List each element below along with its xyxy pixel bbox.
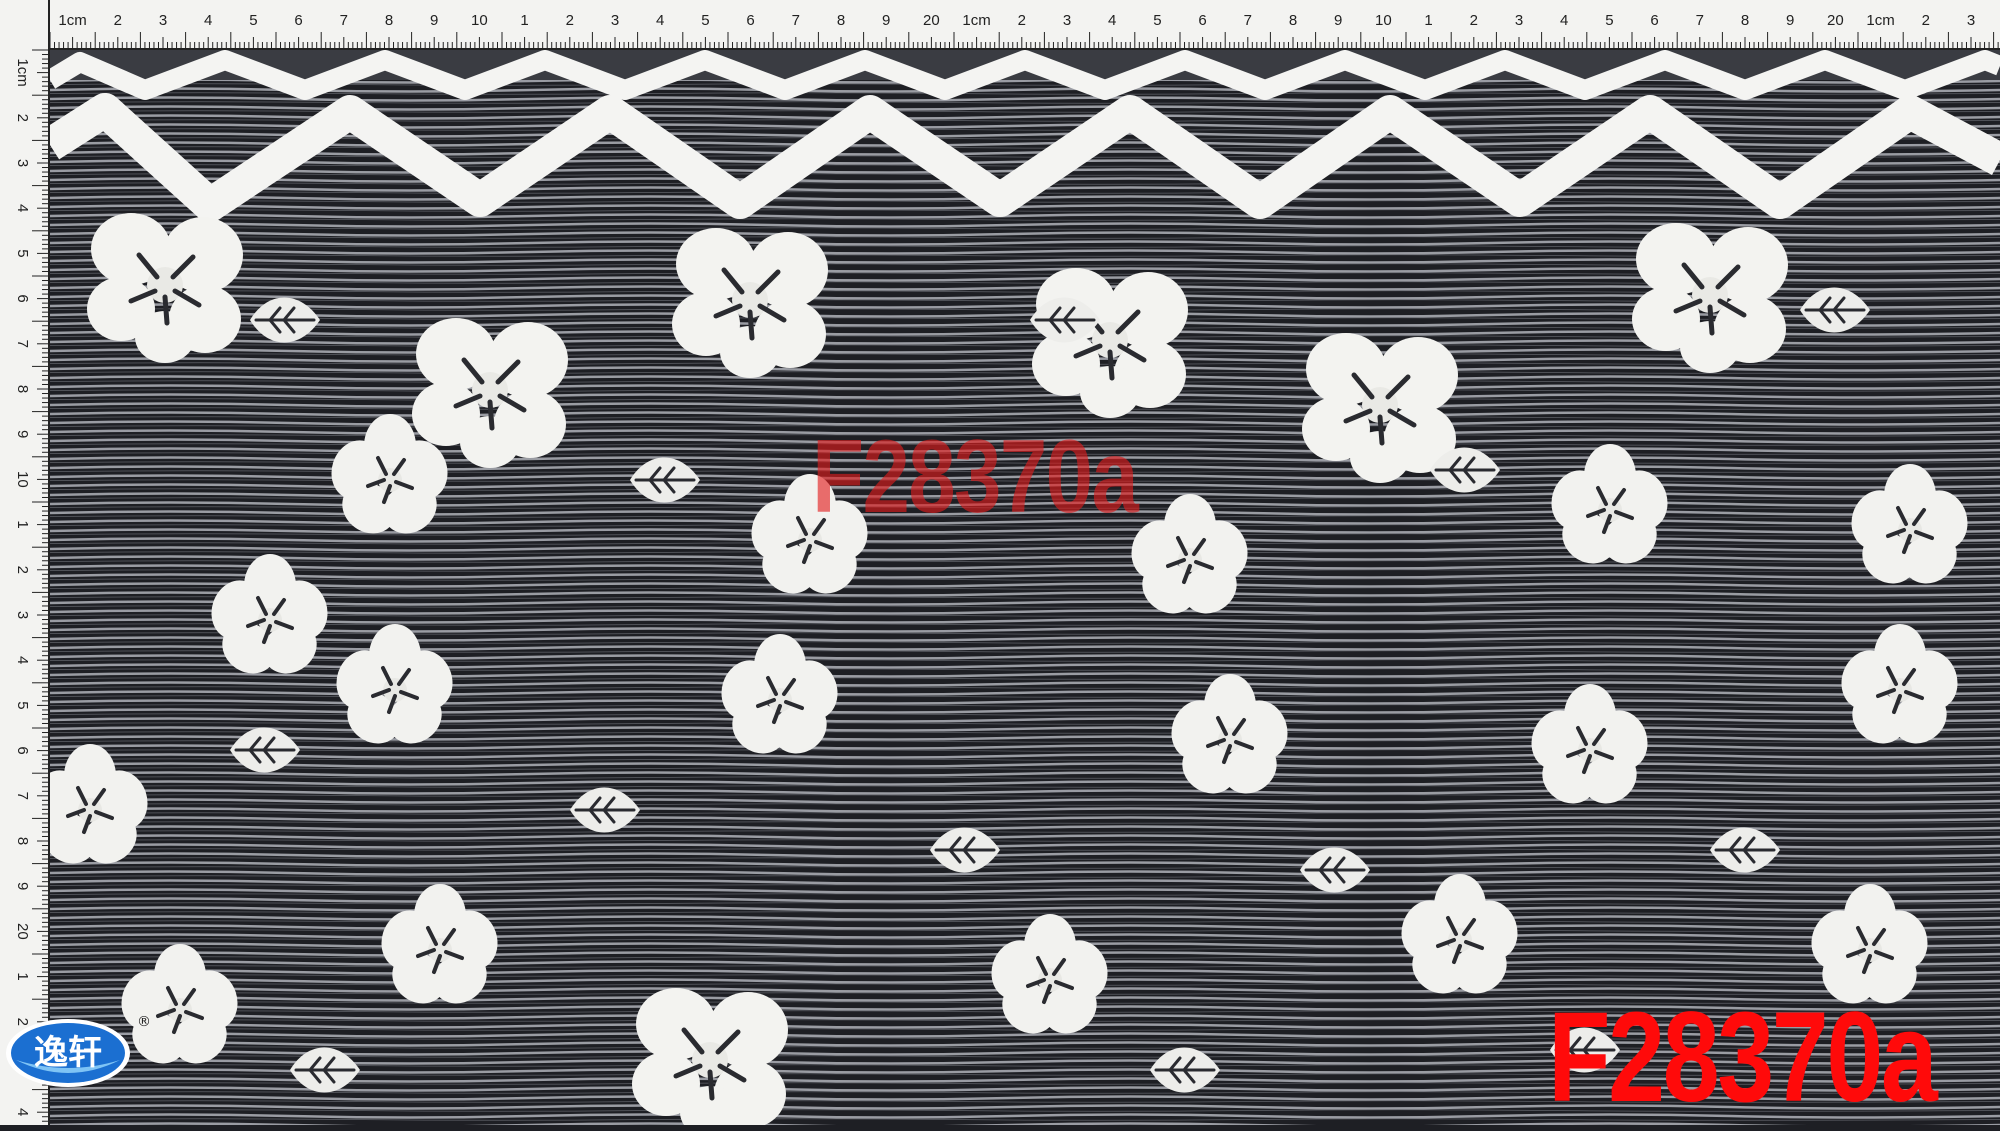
left-ruler-label: 20	[14, 923, 31, 940]
top-ruler-label: 3	[611, 12, 619, 29]
top-measurement-ruler: 1cm 2 3 4 5 6 7 8 9 10 1 2 3 4 5 6 7 8 9 20 1cm 2 3 4 5 6 7 8 9 10 1 2 3…	[0, 0, 2000, 50]
top-ruler-label: 9	[1786, 12, 1794, 29]
top-ruler-label: 4	[656, 12, 664, 29]
top-ruler-label: 3	[1515, 12, 1523, 29]
brand-logo-text: 逸轩	[34, 1033, 102, 1073]
left-ruler-label: 1cm	[14, 58, 31, 86]
brand-logo: 逸轩 ®	[6, 1014, 151, 1087]
left-ruler-label: 2	[14, 114, 31, 122]
top-ruler-label: 10	[471, 12, 488, 29]
left-ruler-label: 4	[14, 656, 31, 664]
top-ruler-label: 7	[792, 12, 800, 29]
top-ruler-label: 5	[249, 12, 257, 29]
top-ruler-label: 6	[746, 12, 754, 29]
top-ruler-label: 9	[1334, 12, 1342, 29]
left-ruler-label: 1	[14, 520, 31, 528]
top-ruler-label: 4	[1108, 12, 1116, 29]
top-ruler-label: 2	[566, 12, 574, 29]
left-ruler-label: 6	[14, 746, 31, 754]
top-ruler-label: 6	[294, 12, 302, 29]
top-ruler-label: 5	[1605, 12, 1613, 29]
top-ruler-label: 8	[1741, 12, 1749, 29]
top-ruler-label: 2	[114, 12, 122, 29]
top-ruler-label: 1cm	[1866, 12, 1894, 29]
top-ruler-label: 3	[1967, 12, 1975, 29]
left-ruler-label: 5	[14, 701, 31, 709]
left-ruler-label: 7	[14, 792, 31, 800]
left-ruler-label: 6	[14, 294, 31, 302]
top-ruler-label: 6	[1650, 12, 1658, 29]
left-ruler-label: 4	[14, 1108, 31, 1116]
product-code-watermark: F28370a	[812, 419, 1139, 535]
left-ruler-label: 8	[14, 837, 31, 845]
top-ruler-label: 1cm	[58, 12, 86, 29]
left-ruler-label: 4	[14, 204, 31, 212]
top-ruler-label: 4	[1560, 12, 1568, 29]
top-ruler-label: 20	[923, 12, 940, 29]
top-ruler-label: 9	[882, 12, 890, 29]
left-ruler-label: 1	[14, 972, 31, 980]
top-ruler-label: 8	[385, 12, 393, 29]
left-measurement-ruler: 1cm2345678910123456789201234	[0, 0, 50, 1125]
top-ruler-ticks: 1cm 2 3 4 5 6 7 8 9 10 1 2 3 4 5 6 7 8 9 20 1cm 2 3 4 5 6 7 8 9 10 1 2 3…	[49, 12, 1999, 48]
left-ruler-label: 8	[14, 385, 31, 393]
top-ruler-label: 1	[520, 12, 528, 29]
product-code-label: F28370a	[1548, 986, 1938, 1129]
top-ruler-label: 6	[1198, 12, 1206, 29]
top-ruler-label: 5	[701, 12, 709, 29]
ruler-corner	[0, 0, 48, 48]
top-ruler-label: 7	[1244, 12, 1252, 29]
top-ruler-label: 2	[1922, 12, 1930, 29]
top-ruler-label: 1cm	[962, 12, 990, 29]
left-ruler-label: 2	[14, 566, 31, 574]
left-ruler-label: 3	[14, 611, 31, 619]
top-ruler-label: 8	[837, 12, 845, 29]
left-ruler-label: 10	[14, 471, 31, 488]
left-ruler-label: 9	[14, 430, 31, 438]
top-ruler-label: 3	[1063, 12, 1071, 29]
top-ruler-label: 3	[159, 12, 167, 29]
left-ruler-label: 5	[14, 249, 31, 257]
top-ruler-label: 20	[1827, 12, 1844, 29]
brand-registered-mark: ®	[137, 1014, 151, 1030]
top-ruler-label: 1	[1424, 12, 1432, 29]
top-ruler-label: 4	[204, 12, 212, 29]
lace-pattern	[50, 50, 2000, 1125]
top-ruler-label: 2	[1470, 12, 1478, 29]
left-ruler-label: 7	[14, 340, 31, 348]
top-ruler-label: 2	[1018, 12, 1026, 29]
left-ruler-label: 9	[14, 882, 31, 890]
top-ruler-label: 5	[1153, 12, 1161, 29]
left-ruler-ticks: 1cm2345678910123456789201234	[14, 49, 48, 1122]
top-ruler-label: 10	[1375, 12, 1392, 29]
left-ruler-label: 3	[14, 159, 31, 167]
lace-fabric-image	[50, 50, 2000, 1125]
top-ruler-label: 7	[340, 12, 348, 29]
top-ruler-label: 9	[430, 12, 438, 29]
top-ruler-label: 8	[1289, 12, 1297, 29]
top-ruler-label: 7	[1696, 12, 1704, 29]
